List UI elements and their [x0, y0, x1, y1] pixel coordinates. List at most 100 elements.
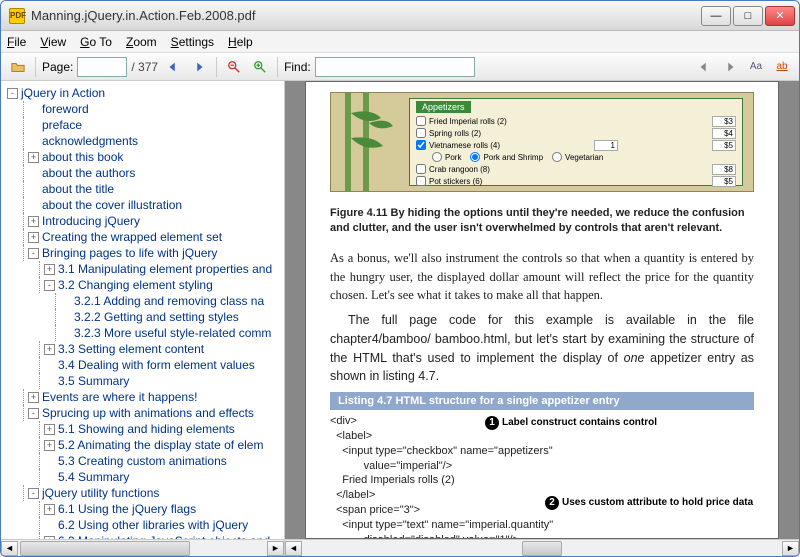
- tree-item[interactable]: +6.1 Using the jQuery flags: [3, 501, 282, 517]
- tree-label: jQuery in Action: [21, 86, 105, 100]
- expand-icon[interactable]: +: [44, 424, 55, 435]
- item-label: Vietnamese rolls (4): [429, 141, 500, 150]
- menu-file[interactable]: File: [7, 35, 26, 49]
- tree-item[interactable]: -Bringing pages to life with jQuery: [3, 245, 282, 261]
- paragraph-1: As a bonus, we'll also instrument the co…: [330, 249, 754, 305]
- tree-item[interactable]: about the authors: [3, 165, 282, 181]
- next-page-icon[interactable]: [188, 56, 210, 78]
- expand-icon[interactable]: +: [28, 216, 39, 227]
- tree-item[interactable]: 3.2.2 Getting and setting styles: [3, 309, 282, 325]
- zoom-in-icon[interactable]: [249, 56, 271, 78]
- scroll-thumb[interactable]: [522, 541, 562, 556]
- page-input[interactable]: [77, 57, 127, 77]
- tree-item[interactable]: -Sprucing up with animations and effects: [3, 405, 282, 421]
- collapse-icon[interactable]: -: [28, 408, 39, 419]
- find-prev-icon[interactable]: [693, 56, 715, 78]
- menu-goto[interactable]: Go To: [80, 35, 112, 49]
- tree-item[interactable]: -3.2 Changing element styling: [3, 277, 282, 293]
- item-price: $5: [712, 176, 736, 187]
- tree-item[interactable]: +5.2 Animating the display state of elem: [3, 437, 282, 453]
- body: -jQuery in Actionforewordprefaceacknowle…: [1, 81, 799, 556]
- open-icon[interactable]: [7, 56, 29, 78]
- tree-item[interactable]: 6.2 Using other libraries with jQuery: [3, 517, 282, 533]
- scroll-right-icon[interactable]: ►: [782, 541, 799, 556]
- outline-tree[interactable]: -jQuery in Actionforewordprefaceacknowle…: [1, 81, 284, 539]
- tree-item[interactable]: about the cover illustration: [3, 197, 282, 213]
- expand-icon[interactable]: +: [28, 232, 39, 243]
- minimize-button[interactable]: —: [701, 6, 731, 26]
- tree-item[interactable]: 3.5 Summary: [3, 373, 282, 389]
- page-total: / 377: [131, 60, 158, 74]
- item-checkbox[interactable]: [416, 140, 426, 150]
- scroll-thumb[interactable]: [20, 541, 190, 556]
- item-checkbox[interactable]: [416, 164, 426, 174]
- radio-option[interactable]: [552, 152, 562, 162]
- zoom-out-icon[interactable]: [223, 56, 245, 78]
- tree-item[interactable]: +5.1 Showing and hiding elements: [3, 421, 282, 437]
- prev-page-icon[interactable]: [162, 56, 184, 78]
- expand-icon[interactable]: +: [44, 440, 55, 451]
- tree-item[interactable]: about the title: [3, 181, 282, 197]
- tree-item[interactable]: -jQuery utility functions: [3, 485, 282, 501]
- scroll-right-icon[interactable]: ►: [267, 541, 284, 556]
- item-price: $4: [712, 128, 736, 139]
- scroll-left-icon[interactable]: ◄: [285, 541, 302, 556]
- tree-label: 5.3 Creating custom animations: [58, 454, 227, 468]
- scroll-left-icon[interactable]: ◄: [1, 541, 18, 556]
- tree-item[interactable]: 5.3 Creating custom animations: [3, 453, 282, 469]
- bamboo-art-icon: [335, 93, 395, 192]
- item-price: $8: [712, 164, 736, 175]
- tree-item[interactable]: +Creating the wrapped element set: [3, 229, 282, 245]
- menu-zoom[interactable]: Zoom: [126, 35, 157, 49]
- tree-item[interactable]: +3.1 Manipulating element properties and: [3, 261, 282, 277]
- tree-item[interactable]: +3.3 Setting element content: [3, 341, 282, 357]
- expand-icon[interactable]: +: [44, 264, 55, 275]
- item-checkbox[interactable]: [416, 128, 426, 138]
- radio-option[interactable]: [470, 152, 480, 162]
- tree-item[interactable]: +Introducing jQuery: [3, 213, 282, 229]
- tree-item[interactable]: 3.2.3 More useful style-related comm: [3, 325, 282, 341]
- tree-item[interactable]: acknowledgments: [3, 133, 282, 149]
- tree-item[interactable]: +Events are where it happens!: [3, 389, 282, 405]
- maximize-button[interactable]: □: [733, 6, 763, 26]
- tree-item[interactable]: 3.4 Dealing with form element values: [3, 357, 282, 373]
- sidebar-hscroll[interactable]: ◄ ►: [1, 539, 284, 556]
- menu-row: Pot stickers (6)$5: [416, 175, 736, 187]
- tree-item[interactable]: 5.4 Summary: [3, 469, 282, 485]
- menu-settings[interactable]: Settings: [171, 35, 214, 49]
- collapse-icon[interactable]: -: [28, 488, 39, 499]
- toolbar: Page: / 377 Find: Aa ab: [1, 53, 799, 81]
- content-hscroll[interactable]: ◄ ►: [285, 539, 799, 556]
- collapse-icon[interactable]: -: [28, 248, 39, 259]
- expand-icon[interactable]: +: [44, 504, 55, 515]
- close-button[interactable]: ✕: [765, 6, 795, 26]
- tree-item[interactable]: +about this book: [3, 149, 282, 165]
- match-case-icon[interactable]: Aa: [745, 56, 767, 78]
- item-price: $3: [712, 116, 736, 127]
- tree-item[interactable]: -jQuery in Action: [3, 85, 282, 101]
- find-input[interactable]: [315, 57, 475, 77]
- tree-label: acknowledgments: [42, 134, 138, 148]
- expand-icon[interactable]: +: [28, 392, 39, 403]
- menu-help[interactable]: Help: [228, 35, 253, 49]
- menu-view[interactable]: View: [40, 35, 66, 49]
- radio-option[interactable]: [432, 152, 442, 162]
- app-window: PDF Manning.jQuery.in.Action.Feb.2008.pd…: [0, 0, 800, 557]
- find-next-icon[interactable]: [719, 56, 741, 78]
- item-checkbox[interactable]: [416, 176, 426, 186]
- expand-icon[interactable]: +: [28, 152, 39, 163]
- item-price: $5: [712, 140, 736, 151]
- match-word-icon[interactable]: ab: [771, 56, 793, 78]
- page-viewport[interactable]: Appetizers Fried Imperial rolls (2)$3 Sp…: [285, 81, 799, 539]
- expand-icon[interactable]: +: [44, 344, 55, 355]
- radio-row: Pork Pork and Shrimp Vegetarian: [416, 151, 736, 163]
- tree-label: Creating the wrapped element set: [42, 230, 222, 244]
- tree-item[interactable]: 3.2.1 Adding and removing class na: [3, 293, 282, 309]
- tree-item[interactable]: preface: [3, 117, 282, 133]
- tree-item[interactable]: foreword: [3, 101, 282, 117]
- item-checkbox[interactable]: [416, 116, 426, 126]
- collapse-icon[interactable]: -: [7, 88, 18, 99]
- tree-label: Sprucing up with animations and effects: [42, 406, 254, 420]
- collapse-icon[interactable]: -: [44, 280, 55, 291]
- item-qty[interactable]: 1: [594, 140, 618, 151]
